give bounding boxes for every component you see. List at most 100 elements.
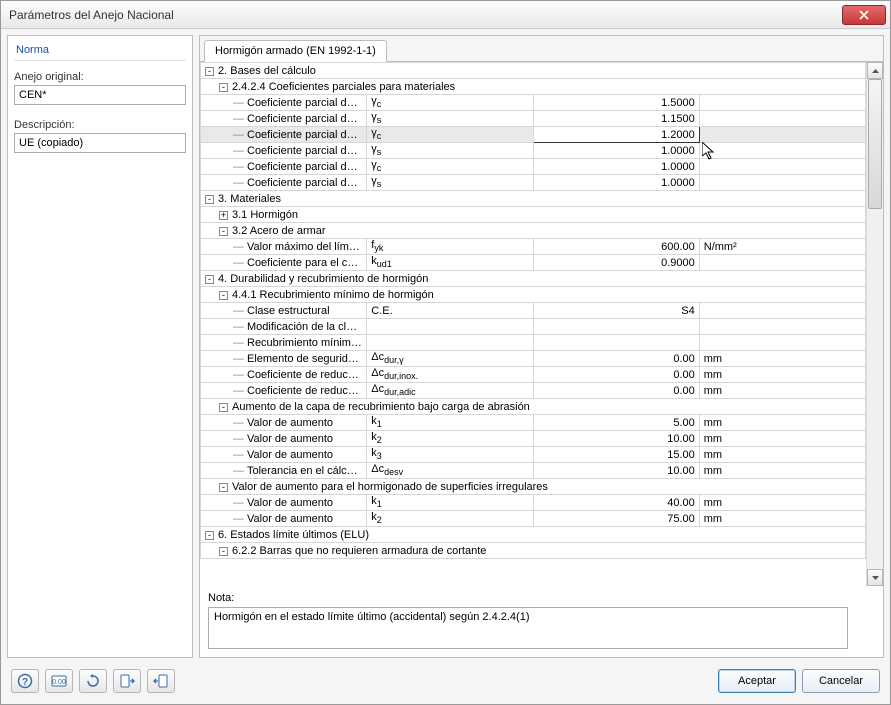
table-row[interactable]: —Coeficiente de reducción bajo el uso de… (201, 367, 866, 383)
table-row[interactable]: —Elemento de seguridad adicional para el… (201, 351, 866, 367)
row-value[interactable]: 0.9000 (533, 255, 699, 271)
row-value[interactable]: 75.00 (533, 511, 699, 527)
collapse-icon[interactable]: - (205, 531, 214, 540)
row-description: Coeficiente de reducción bajo el uso de … (247, 369, 367, 381)
table-row[interactable]: -4. Durabilidad y recubrimiento de hormi… (201, 271, 866, 287)
row-value[interactable]: 1.0000 (533, 175, 699, 191)
cancelar-button[interactable]: Cancelar (802, 669, 880, 693)
table-row[interactable]: -4.4.1 Recubrimiento mínimo de hormigón (201, 287, 866, 303)
nota-label: Nota: (208, 592, 875, 604)
table-row[interactable]: -Aumento de la capa de recubrimiento baj… (201, 399, 866, 415)
table-row[interactable]: -Valor de aumento para el hormigonado de… (201, 479, 866, 495)
table-row[interactable]: —Valor máximo del límite elásticofyk600.… (201, 239, 866, 255)
row-description: Coeficiente para el cálculo del valor de… (247, 257, 367, 269)
scroll-down-arrow[interactable] (867, 569, 883, 586)
row-unit (699, 127, 865, 143)
collapse-icon[interactable]: - (219, 483, 228, 492)
row-description: Coeficiente parcial del hormigón para el… (247, 97, 367, 109)
help-button[interactable]: ? (11, 669, 39, 693)
table-row[interactable]: —Coeficiente parcial del hormigón para e… (201, 95, 866, 111)
table-row[interactable]: —Valor de aumentok315.00mm (201, 447, 866, 463)
collapse-icon[interactable]: - (219, 547, 228, 556)
table-row[interactable]: —Coeficiente parcial del acero en el est… (201, 111, 866, 127)
reset-icon (85, 673, 101, 689)
leaf-dash-icon: — (233, 161, 244, 173)
import-button[interactable] (113, 669, 141, 693)
collapse-icon[interactable]: - (219, 403, 228, 412)
row-symbol: Δcdesv (367, 463, 533, 479)
row-symbol: k2 (367, 431, 533, 447)
row-value[interactable]: 1.1500 (533, 111, 699, 127)
export-button[interactable] (147, 669, 175, 693)
leaf-dash-icon: — (233, 321, 244, 333)
descripcion-input[interactable] (14, 133, 186, 153)
table-row[interactable]: -6.2.2 Barras que no requieren armadura … (201, 543, 866, 559)
table-row[interactable]: -3. Materiales (201, 191, 866, 207)
table-row[interactable]: —Coeficiente parcial del acero en el est… (201, 143, 866, 159)
row-value[interactable]: 0.00 (533, 367, 699, 383)
table-row[interactable]: —Coeficiente de reducción para el hormig… (201, 383, 866, 399)
collapse-icon[interactable]: - (205, 195, 214, 204)
table-row[interactable]: -6. Estados límite últimos (ELU) (201, 527, 866, 543)
table-row[interactable]: —Coeficiente para el cálculo del valor d… (201, 255, 866, 271)
row-value[interactable]: 1.0000 (533, 159, 699, 175)
row-value[interactable]: S4 (533, 303, 699, 319)
table-row[interactable]: —Valor de aumentok210.00mm (201, 431, 866, 447)
table-row[interactable]: -3.2 Acero de armar (201, 223, 866, 239)
decimals-button[interactable]: 0.00 (45, 669, 73, 693)
row-unit (699, 303, 865, 319)
table-row[interactable]: —Valor de aumentok275.00mm (201, 511, 866, 527)
table-row[interactable]: -2. Bases del cálculo (201, 63, 866, 79)
table-row[interactable]: —Coeficiente parcial del hormigón para e… (201, 159, 866, 175)
table-row[interactable]: —Recubrimiento mínimo de hormigón (201, 335, 866, 351)
row-value[interactable]: 1.0000 (533, 143, 699, 159)
row-value[interactable]: 10.00 (533, 431, 699, 447)
row-value[interactable]: 5.00 (533, 415, 699, 431)
row-value[interactable]: 0.00 (533, 383, 699, 399)
vertical-scrollbar[interactable] (866, 62, 883, 586)
collapse-icon[interactable]: - (219, 291, 228, 300)
row-description: Coeficiente parcial del acero en el esta… (247, 177, 367, 189)
table-row[interactable]: —Valor de aumentok15.00mm (201, 415, 866, 431)
table-row[interactable]: —Tolerancia en el cálculo para la desvia… (201, 463, 866, 479)
row-value[interactable]: 1.5000 (533, 95, 699, 111)
table-row[interactable]: —Coeficiente parcial del hormigón en el … (201, 127, 866, 143)
row-description: Valor de aumento (247, 449, 333, 461)
tabbar: Hormigón armado (EN 1992-1-1) (200, 36, 883, 62)
table-row[interactable]: —Coeficiente parcial del acero en el est… (201, 175, 866, 191)
table-row[interactable]: -2.4.2.4 Coeficientes parciales para mat… (201, 79, 866, 95)
anejo-label: Anejo original: (14, 71, 186, 83)
row-value[interactable]: 10.00 (533, 463, 699, 479)
row-value[interactable]: 1.2000 (533, 127, 699, 143)
row-description: Valor de aumento (247, 433, 333, 445)
reset-button[interactable] (79, 669, 107, 693)
tab-hormigon[interactable]: Hormigón armado (EN 1992-1-1) (204, 40, 387, 62)
anejo-input[interactable] (14, 85, 186, 105)
table-row[interactable]: —Valor de aumentok140.00mm (201, 495, 866, 511)
parameter-tree[interactable]: -2. Bases del cálculo-2.4.2.4 Coeficient… (200, 62, 866, 586)
collapse-icon[interactable]: - (219, 83, 228, 92)
leaf-dash-icon: — (233, 145, 244, 157)
row-value[interactable]: 0.00 (533, 351, 699, 367)
collapse-icon[interactable]: - (205, 67, 214, 76)
leaf-dash-icon: — (233, 385, 244, 397)
table-row[interactable]: +3.1 Hormigón (201, 207, 866, 223)
row-value[interactable] (533, 335, 699, 351)
row-value[interactable]: 40.00 (533, 495, 699, 511)
norma-link[interactable]: Norma (14, 40, 186, 61)
expand-icon[interactable]: + (219, 211, 228, 220)
collapse-icon[interactable]: - (219, 227, 228, 236)
scroll-up-arrow[interactable] (867, 62, 883, 79)
scroll-thumb[interactable] (868, 79, 882, 209)
svg-text:?: ? (22, 677, 28, 688)
aceptar-button[interactable]: Aceptar (718, 669, 796, 693)
row-unit: mm (699, 367, 865, 383)
row-value[interactable]: 600.00 (533, 239, 699, 255)
collapse-icon[interactable]: - (205, 275, 214, 284)
row-unit: N/mm² (699, 239, 865, 255)
row-value[interactable] (533, 319, 699, 335)
row-value[interactable]: 15.00 (533, 447, 699, 463)
table-row[interactable]: —Modificación de la clase estructural (201, 319, 866, 335)
close-button[interactable] (842, 5, 886, 25)
table-row[interactable]: —Clase estructuralC.E.S4 (201, 303, 866, 319)
